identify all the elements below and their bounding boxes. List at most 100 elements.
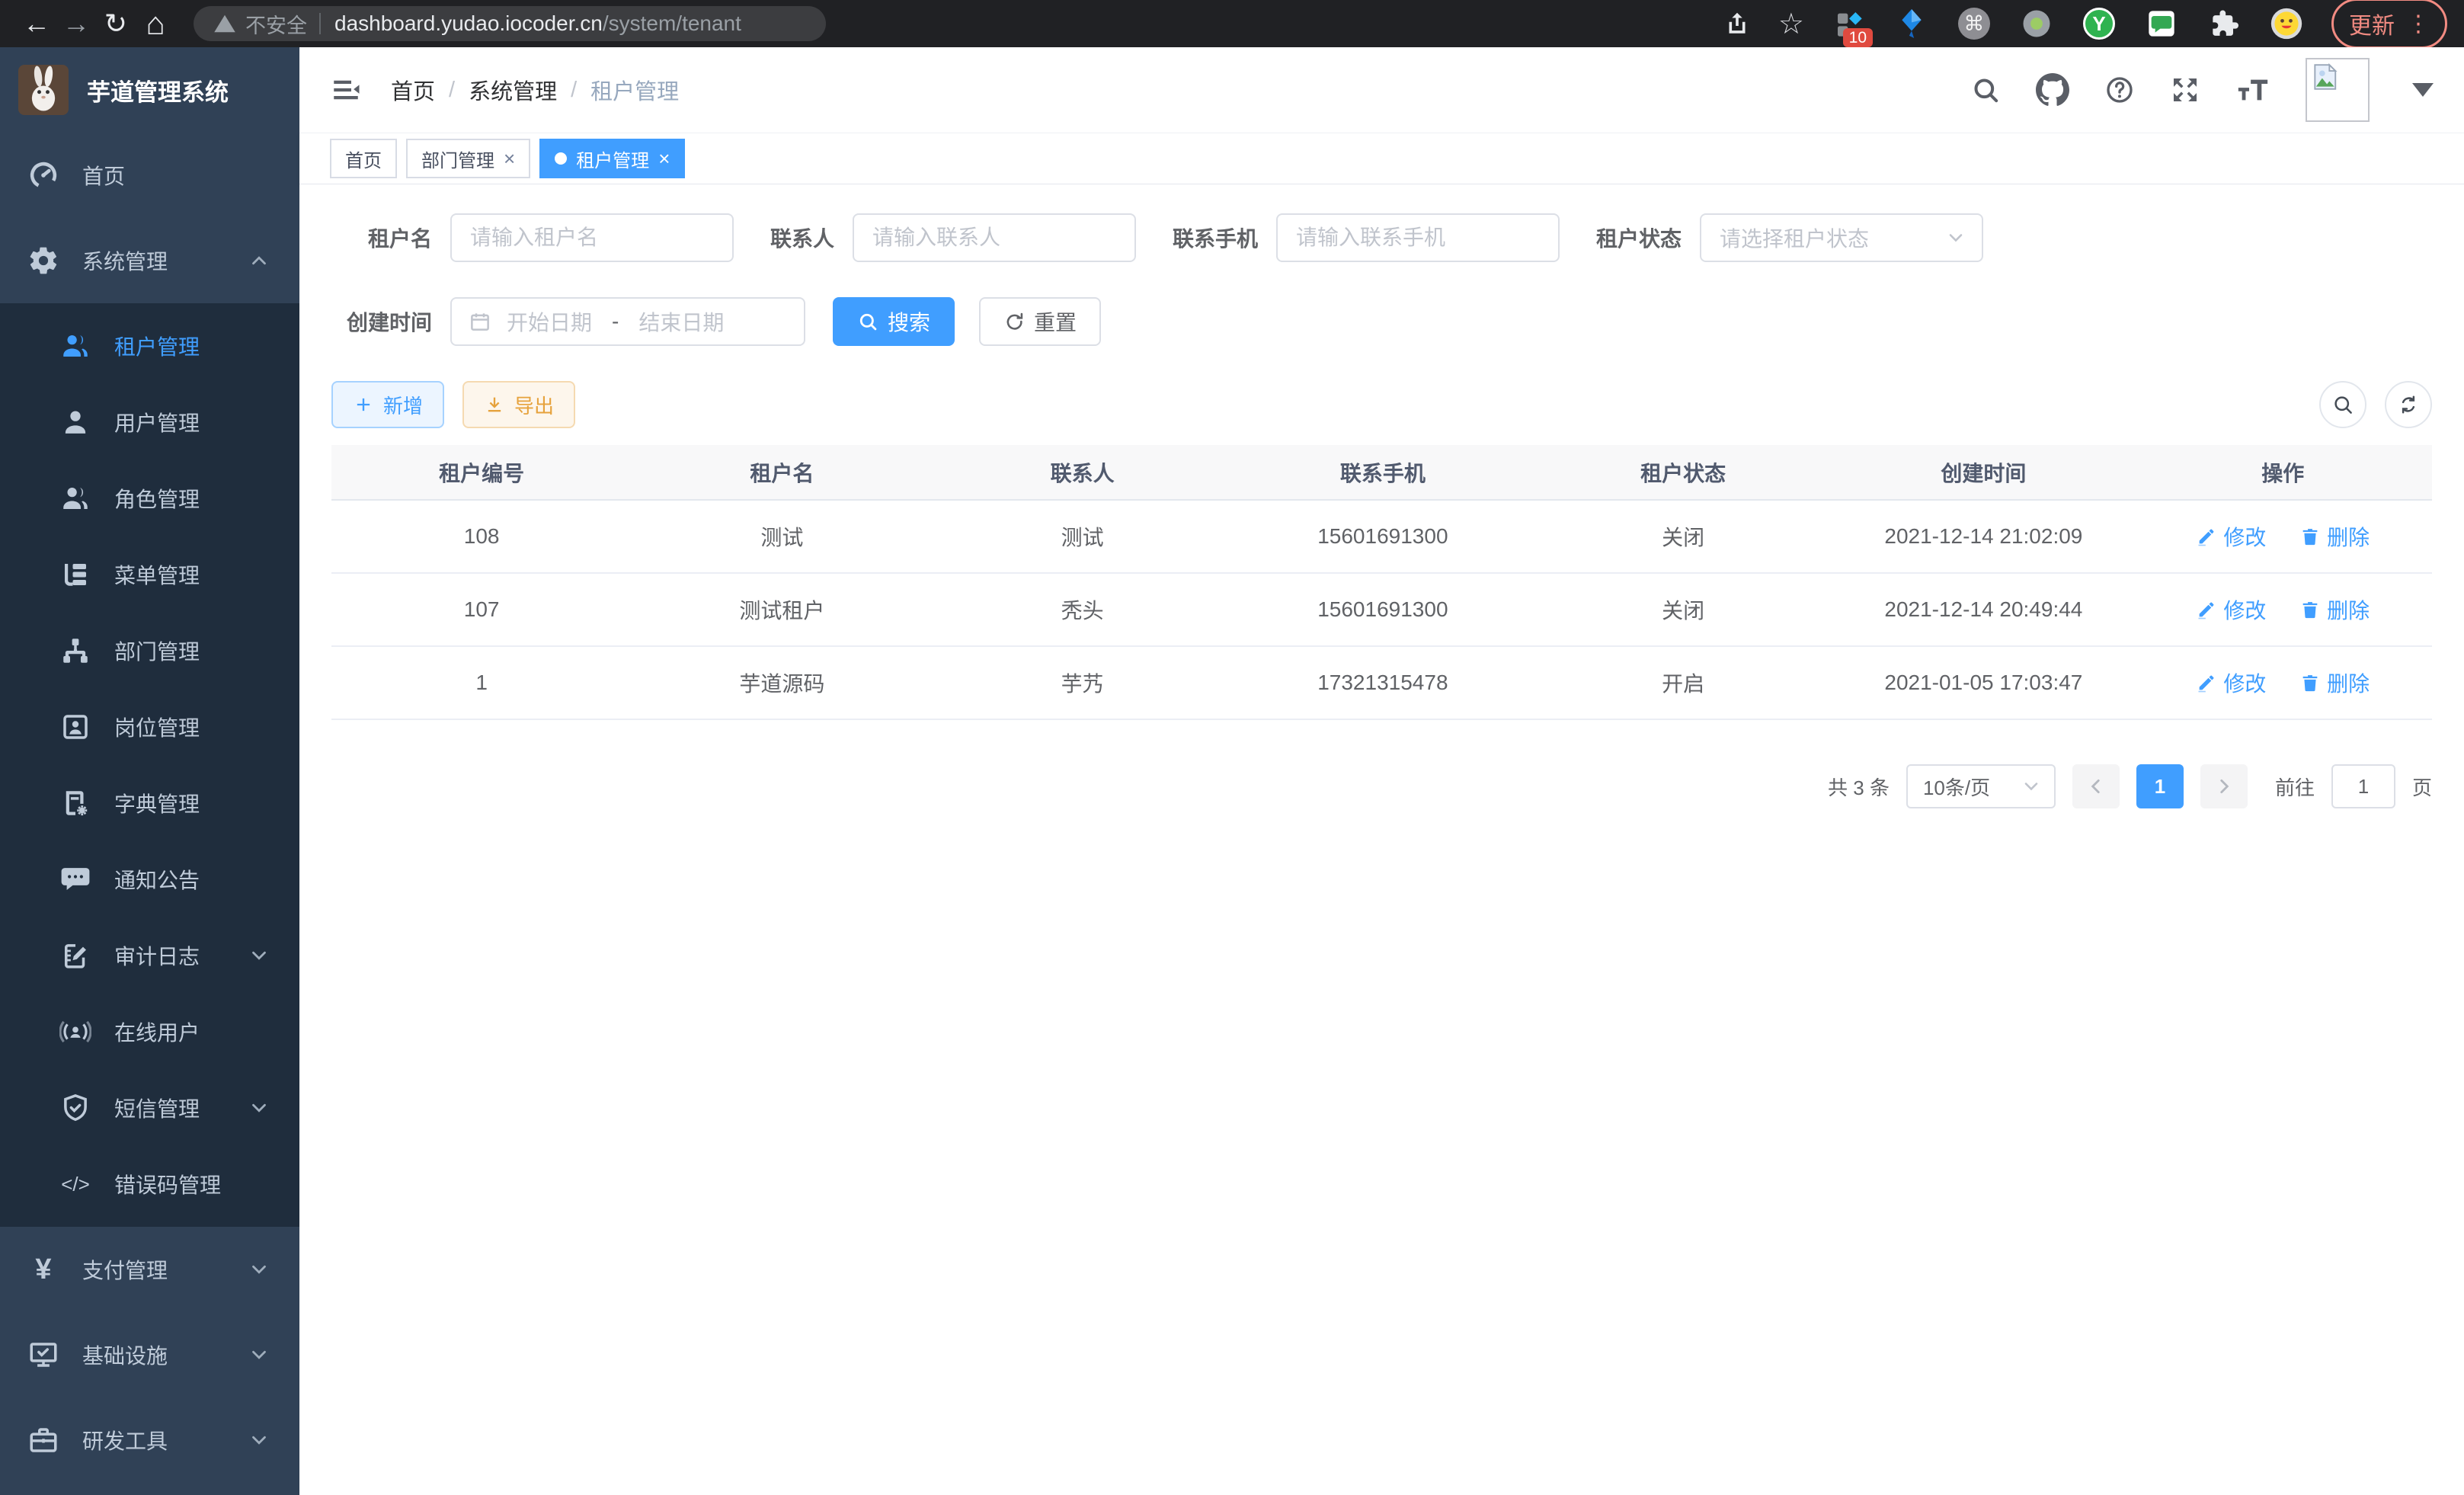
sidebar-item-online-user[interactable]: 在线用户 bbox=[0, 994, 299, 1070]
edit-link[interactable]: 修改 bbox=[2196, 521, 2266, 552]
create-time-range-picker[interactable]: 开始日期 - 结束日期 bbox=[450, 297, 805, 346]
sidebar-item-payment[interactable]: ¥ 支付管理 bbox=[0, 1227, 299, 1312]
breadcrumb-home[interactable]: 首页 bbox=[391, 74, 435, 106]
browser-update-button[interactable]: 更新 ⋮ bbox=[2331, 0, 2447, 49]
sidebar-item-home[interactable]: 首页 bbox=[0, 133, 299, 218]
cell-contact: 测试 bbox=[933, 500, 1233, 573]
extension-y-icon[interactable]: Y bbox=[2082, 6, 2117, 41]
sidebar-item-notice[interactable]: 通知公告 bbox=[0, 841, 299, 917]
next-page-button[interactable] bbox=[2200, 764, 2248, 808]
edit-link[interactable]: 修改 bbox=[2196, 594, 2266, 625]
table-header-row: 租户编号 租户名 联系人 联系手机 租户状态 创建时间 操作 bbox=[331, 445, 2432, 500]
cell-tenant-id: 108 bbox=[331, 500, 632, 573]
page-size-select[interactable]: 10条/页 bbox=[1906, 764, 2056, 808]
sidebar-item-system[interactable]: 系统管理 bbox=[0, 218, 299, 303]
sidebar-item-label: 错误码管理 bbox=[114, 1169, 221, 1199]
sidebar-item-dept[interactable]: 部门管理 bbox=[0, 613, 299, 689]
sidebar-item-label: 租户管理 bbox=[114, 331, 200, 361]
close-icon[interactable]: × bbox=[658, 149, 670, 168]
tab-home[interactable]: 首页 bbox=[330, 139, 397, 178]
active-tab-dot bbox=[555, 152, 567, 165]
sidebar-item-role[interactable]: 角色管理 bbox=[0, 460, 299, 536]
prev-page-button[interactable] bbox=[2072, 764, 2120, 808]
tenant-name-input[interactable] bbox=[450, 213, 734, 262]
extension-chat-icon[interactable] bbox=[2144, 6, 2179, 41]
browser-back-icon[interactable]: ← bbox=[17, 8, 56, 40]
page-number-1[interactable]: 1 bbox=[2136, 764, 2184, 808]
close-icon[interactable]: × bbox=[504, 149, 515, 168]
cell-status: 关闭 bbox=[1533, 573, 1833, 646]
sidebar-item-audit-log[interactable]: 审计日志 bbox=[0, 917, 299, 994]
github-icon[interactable] bbox=[2036, 73, 2069, 107]
calendar-icon bbox=[469, 310, 491, 333]
mobile-input[interactable] bbox=[1276, 213, 1560, 262]
tenant-table: 租户编号 租户名 联系人 联系手机 租户状态 创建时间 操作 108 测试 测试 bbox=[331, 445, 2432, 720]
add-button[interactable]: 新增 bbox=[331, 381, 444, 428]
edit-link[interactable]: 修改 bbox=[2196, 667, 2266, 698]
sidebar-item-label: 审计日志 bbox=[114, 940, 200, 971]
date-separator: - bbox=[607, 309, 623, 334]
dict-book-icon bbox=[59, 787, 91, 819]
url-domain: dashboard.yudao.iocoder.cn bbox=[334, 11, 603, 36]
filter-label-contact: 联系人 bbox=[770, 222, 834, 253]
browser-home-icon[interactable]: ⌂ bbox=[136, 5, 175, 42]
goto-label: 前往 bbox=[2275, 773, 2315, 801]
delete-link[interactable]: 删除 bbox=[2299, 521, 2370, 552]
delete-link[interactable]: 删除 bbox=[2299, 667, 2370, 698]
table-row: 108 测试 测试 15601691300 关闭 2021-12-14 21:0… bbox=[331, 500, 2432, 573]
address-bar[interactable]: 不安全 dashboard.yudao.iocoder.cn/system/te… bbox=[194, 6, 826, 41]
tab-label: 部门管理 bbox=[421, 146, 494, 172]
sidebar-item-error-code[interactable]: </> 错误码管理 bbox=[0, 1146, 299, 1222]
start-date-placeholder: 开始日期 bbox=[507, 306, 592, 337]
sidebar-item-post[interactable]: 岗位管理 bbox=[0, 689, 299, 765]
notice-message-icon bbox=[59, 863, 91, 895]
show-search-toggle-button[interactable] bbox=[2319, 381, 2366, 428]
contact-input[interactable] bbox=[853, 213, 1136, 262]
browser-forward-icon[interactable]: → bbox=[56, 8, 96, 40]
extension-command-icon[interactable]: ⌘ bbox=[1957, 6, 1992, 41]
search-button[interactable]: 搜索 bbox=[833, 297, 955, 346]
bookmark-star-icon[interactable]: ☆ bbox=[1778, 7, 1804, 41]
extension-blocks-icon[interactable]: 10 bbox=[1832, 6, 1867, 41]
delete-link[interactable]: 删除 bbox=[2299, 594, 2370, 625]
tab-tenant[interactable]: 租户管理 × bbox=[539, 139, 685, 178]
gear-icon bbox=[27, 245, 59, 277]
tab-dept[interactable]: 部门管理 × bbox=[406, 139, 530, 178]
sidebar-item-tenant[interactable]: 租户管理 bbox=[0, 308, 299, 384]
browser-toolbar: ← → ↻ ⌂ 不安全 dashboard.yudao.iocoder.cn/s… bbox=[0, 0, 2464, 47]
header-search-icon[interactable] bbox=[1970, 75, 2001, 105]
fullscreen-icon[interactable] bbox=[2170, 75, 2200, 105]
extension-kite-icon[interactable] bbox=[1894, 6, 1929, 41]
export-button[interactable]: 导出 bbox=[462, 381, 575, 428]
extension-dot-icon[interactable] bbox=[2019, 6, 2054, 41]
sidebar-toggle-icon[interactable] bbox=[330, 74, 362, 106]
user-avatar[interactable] bbox=[2306, 58, 2370, 122]
chevron-down-icon bbox=[248, 944, 270, 967]
browser-reload-icon[interactable]: ↻ bbox=[96, 8, 136, 40]
sidebar-item-infrastructure[interactable]: 基础设施 bbox=[0, 1312, 299, 1397]
app-logo-row[interactable]: 芋道管理系统 bbox=[0, 47, 299, 133]
tenant-status-select[interactable]: 请选择租户状态 bbox=[1700, 213, 1983, 262]
sidebar-item-dict[interactable]: 字典管理 bbox=[0, 765, 299, 841]
browser-menu-icon[interactable]: ⋮ bbox=[2407, 11, 2430, 37]
refresh-icon bbox=[1003, 311, 1025, 332]
help-icon[interactable] bbox=[2104, 75, 2135, 105]
avatar-dropdown-caret-icon[interactable] bbox=[2412, 83, 2434, 97]
trash-icon bbox=[2299, 526, 2321, 547]
share-icon[interactable] bbox=[1723, 10, 1751, 37]
profile-avatar-icon[interactable] bbox=[2269, 6, 2304, 41]
font-size-icon[interactable] bbox=[2235, 72, 2270, 107]
goto-page-input[interactable] bbox=[2331, 764, 2395, 808]
sidebar-item-user[interactable]: 用户管理 bbox=[0, 384, 299, 460]
sidebar-item-devtools[interactable]: 研发工具 bbox=[0, 1397, 299, 1483]
sidebar-item-menu[interactable]: 菜单管理 bbox=[0, 536, 299, 613]
update-label: 更新 bbox=[2349, 7, 2395, 40]
pagination: 共 3 条 10条/页 1 前往 页 bbox=[331, 764, 2432, 808]
reset-button[interactable]: 重置 bbox=[979, 297, 1101, 346]
sidebar-item-sms[interactable]: 短信管理 bbox=[0, 1070, 299, 1146]
refresh-table-button[interactable] bbox=[2385, 381, 2432, 428]
sidebar-item-label: 研发工具 bbox=[82, 1425, 168, 1455]
extensions-puzzle-icon[interactable] bbox=[2206, 6, 2242, 41]
breadcrumb-system[interactable]: 系统管理 bbox=[469, 74, 557, 106]
url-divider bbox=[319, 13, 321, 34]
